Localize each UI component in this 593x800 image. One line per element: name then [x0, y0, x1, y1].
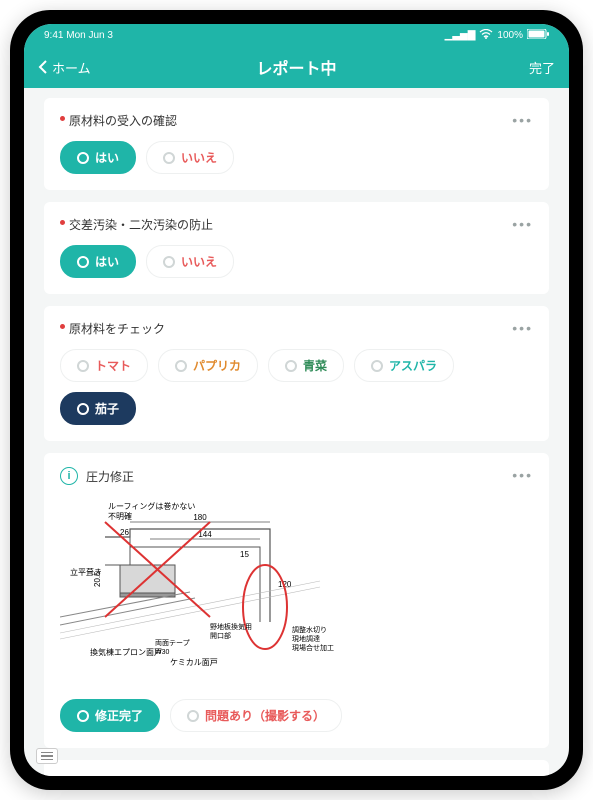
menu-button[interactable]	[36, 748, 58, 764]
wifi-icon	[479, 29, 493, 42]
nav-back-button[interactable]: ホーム	[38, 58, 98, 77]
more-icon[interactable]: •••	[512, 112, 533, 128]
status-left: 9:41 Mon Jun 3	[44, 30, 113, 41]
label-kankimado: 換気棟エプロン面戸	[90, 647, 162, 657]
card-check-ingredients: 原材料をチェック ••• トマト パプリカ 青菜	[44, 306, 549, 441]
more-icon[interactable]: •••	[512, 320, 533, 336]
card-cross-contamination: 交差汚染・二次汚染の防止 ••• はい いいえ	[44, 202, 549, 294]
status-time: 9:41	[44, 30, 63, 41]
card-cooling-after-heat: 加熱後、冷却するもの ••• はい いいえ	[44, 760, 549, 776]
status-right: ▁▃▅▇ 100%	[445, 29, 549, 42]
label-nojiita: 野地板換気用開口部	[210, 622, 252, 640]
card-raw-material-acceptance: 原材料の受入の確認 ••• はい いいえ	[44, 98, 549, 190]
more-icon[interactable]: •••	[512, 774, 533, 776]
radio-icon	[163, 152, 175, 164]
content-scroll[interactable]: 原材料の受入の確認 ••• はい いいえ	[24, 88, 569, 776]
radio-icon	[77, 256, 89, 268]
nav-done-label: 完了	[529, 58, 555, 77]
required-dot-icon	[60, 116, 65, 121]
chip-greens[interactable]: 青菜	[268, 349, 344, 382]
card-title: 加熱後、冷却するもの	[60, 774, 189, 776]
chip-no[interactable]: いいえ	[146, 141, 234, 174]
nav-back-label: ホーム	[52, 58, 91, 77]
chip-yes[interactable]: はい	[60, 141, 136, 174]
chip-asparagus[interactable]: アスパラ	[354, 349, 454, 382]
label-roofing: ルーフィングは巻かない	[108, 501, 195, 511]
radio-icon	[77, 710, 89, 722]
info-icon[interactable]: i	[60, 467, 78, 485]
screen: 9:41 Mon Jun 3 ▁▃▅▇ 100% ホーム レポート中	[24, 24, 569, 776]
label-tatehira: 立平葺き	[70, 567, 102, 577]
card-pressure-correction: i 圧力修正 ••• 180 144	[44, 453, 549, 748]
chip-yes[interactable]: はい	[60, 245, 136, 278]
card-title: i 圧力修正	[60, 467, 134, 485]
radio-icon	[187, 710, 199, 722]
more-icon[interactable]: •••	[512, 467, 533, 483]
more-icon[interactable]: •••	[512, 216, 533, 232]
radio-icon	[285, 360, 297, 372]
chip-problem-photo[interactable]: 問題あり（撮影する）	[170, 699, 342, 732]
chip-eggplant[interactable]: 茄子	[60, 392, 136, 425]
dim-15: 15	[240, 550, 249, 559]
required-dot-icon	[60, 220, 65, 225]
label-unknown: 不明確	[108, 511, 132, 521]
diagram-image: 180 144 26 15 120 20.5	[60, 497, 340, 687]
battery-icon	[527, 29, 549, 42]
nav-bar: ホーム レポート中 完了	[24, 46, 569, 88]
label-chosei: 調整水切り現地調達現場合せ加工	[292, 625, 334, 652]
radio-icon	[371, 360, 383, 372]
page-title: レポート中	[256, 55, 336, 79]
status-bar: 9:41 Mon Jun 3 ▁▃▅▇ 100%	[24, 24, 569, 46]
chip-tomato[interactable]: トマト	[60, 349, 148, 382]
chip-paprika[interactable]: パプリカ	[158, 349, 258, 382]
radio-icon	[77, 360, 89, 372]
radio-icon	[163, 256, 175, 268]
card-title: 原材料の受入の確認	[60, 112, 177, 129]
chip-no[interactable]: いいえ	[146, 245, 234, 278]
radio-icon	[175, 360, 187, 372]
nav-done-button[interactable]: 完了	[495, 58, 555, 77]
battery-pct: 100%	[497, 30, 523, 41]
card-title: 原材料をチェック	[60, 320, 165, 337]
dim-180: 180	[193, 513, 207, 522]
radio-icon	[77, 152, 89, 164]
signal-icon: ▁▃▅▇	[445, 30, 476, 41]
chip-fix-done[interactable]: 修正完了	[60, 699, 160, 732]
required-dot-icon	[60, 324, 65, 329]
tablet-frame: 9:41 Mon Jun 3 ▁▃▅▇ 100% ホーム レポート中	[10, 10, 583, 790]
status-date: Mon Jun 3	[66, 30, 113, 41]
radio-icon	[77, 403, 89, 415]
chevron-left-icon	[38, 60, 48, 74]
label-chemical: ケミカル面戸	[170, 658, 218, 667]
card-title: 交差汚染・二次汚染の防止	[60, 216, 213, 233]
